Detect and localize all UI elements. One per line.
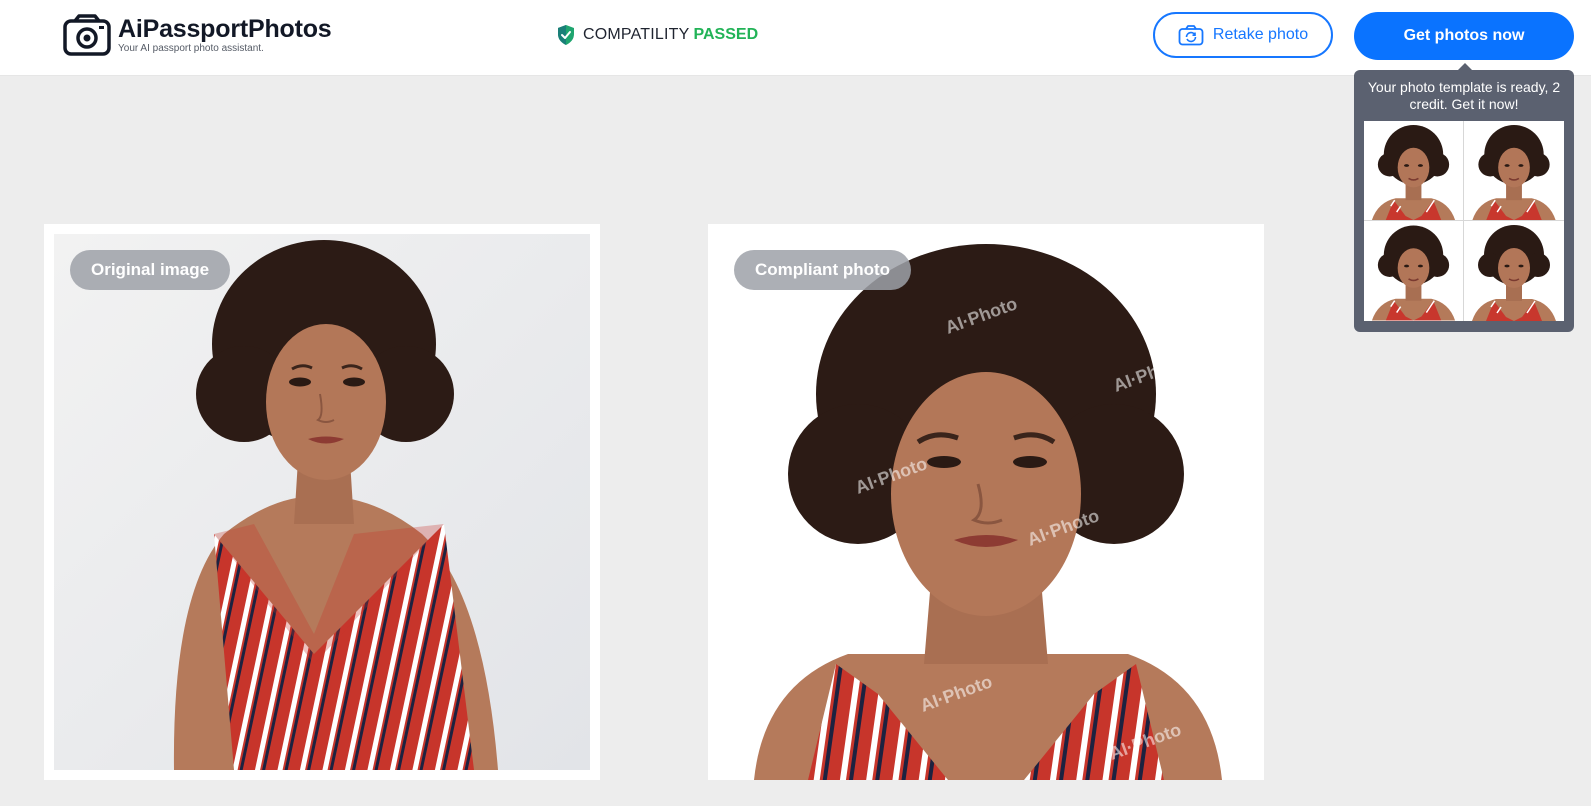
compliant-photo-badge: Compliant photo bbox=[734, 250, 912, 290]
app-subtitle: Your AI passport photo assistant. bbox=[118, 42, 264, 54]
compat-label: COMPATILITY bbox=[583, 26, 690, 43]
template-thumbnail bbox=[1464, 221, 1564, 321]
camera-rotate-icon bbox=[1178, 25, 1204, 46]
template-ready-tooltip[interactable]: Your photo template is ready, 2 credit. … bbox=[1354, 63, 1574, 332]
shield-check-icon bbox=[558, 25, 574, 45]
retake-photo-label: Retake photo bbox=[1212, 26, 1309, 43]
get-photos-label: Get photos now bbox=[1403, 27, 1525, 44]
compliant-photo-panel: AI·Photo AI·Photo AI·Photo AI·Photo AI·P… bbox=[708, 224, 1264, 780]
template-thumbnail bbox=[1464, 121, 1564, 221]
original-image-panel: Original image bbox=[44, 224, 600, 780]
compat-status-badge: PASSED bbox=[693, 26, 759, 43]
compatibility-status: COMPATILITY PASSED bbox=[557, 24, 758, 46]
retake-photo-button[interactable]: Retake photo bbox=[1153, 12, 1333, 58]
get-photos-button[interactable]: Get photos now bbox=[1354, 12, 1574, 60]
photo-template-grid bbox=[1364, 121, 1564, 321]
compliant-photo: AI·Photo AI·Photo AI·Photo AI·Photo AI·P… bbox=[708, 224, 1264, 780]
app-title: AiPassportPhotos bbox=[118, 14, 332, 43]
tooltip-message: Your photo template is ready, 2 credit. … bbox=[1367, 79, 1561, 112]
template-thumbnail bbox=[1364, 121, 1464, 221]
brand-logo[interactable]: AiPassportPhotos Your AI passport photo … bbox=[63, 14, 332, 56]
camera-icon bbox=[63, 14, 111, 56]
original-photo bbox=[54, 234, 590, 770]
template-thumbnail bbox=[1364, 221, 1464, 321]
top-header: AiPassportPhotos Your AI passport photo … bbox=[0, 0, 1591, 76]
original-image-badge: Original image bbox=[70, 250, 231, 290]
